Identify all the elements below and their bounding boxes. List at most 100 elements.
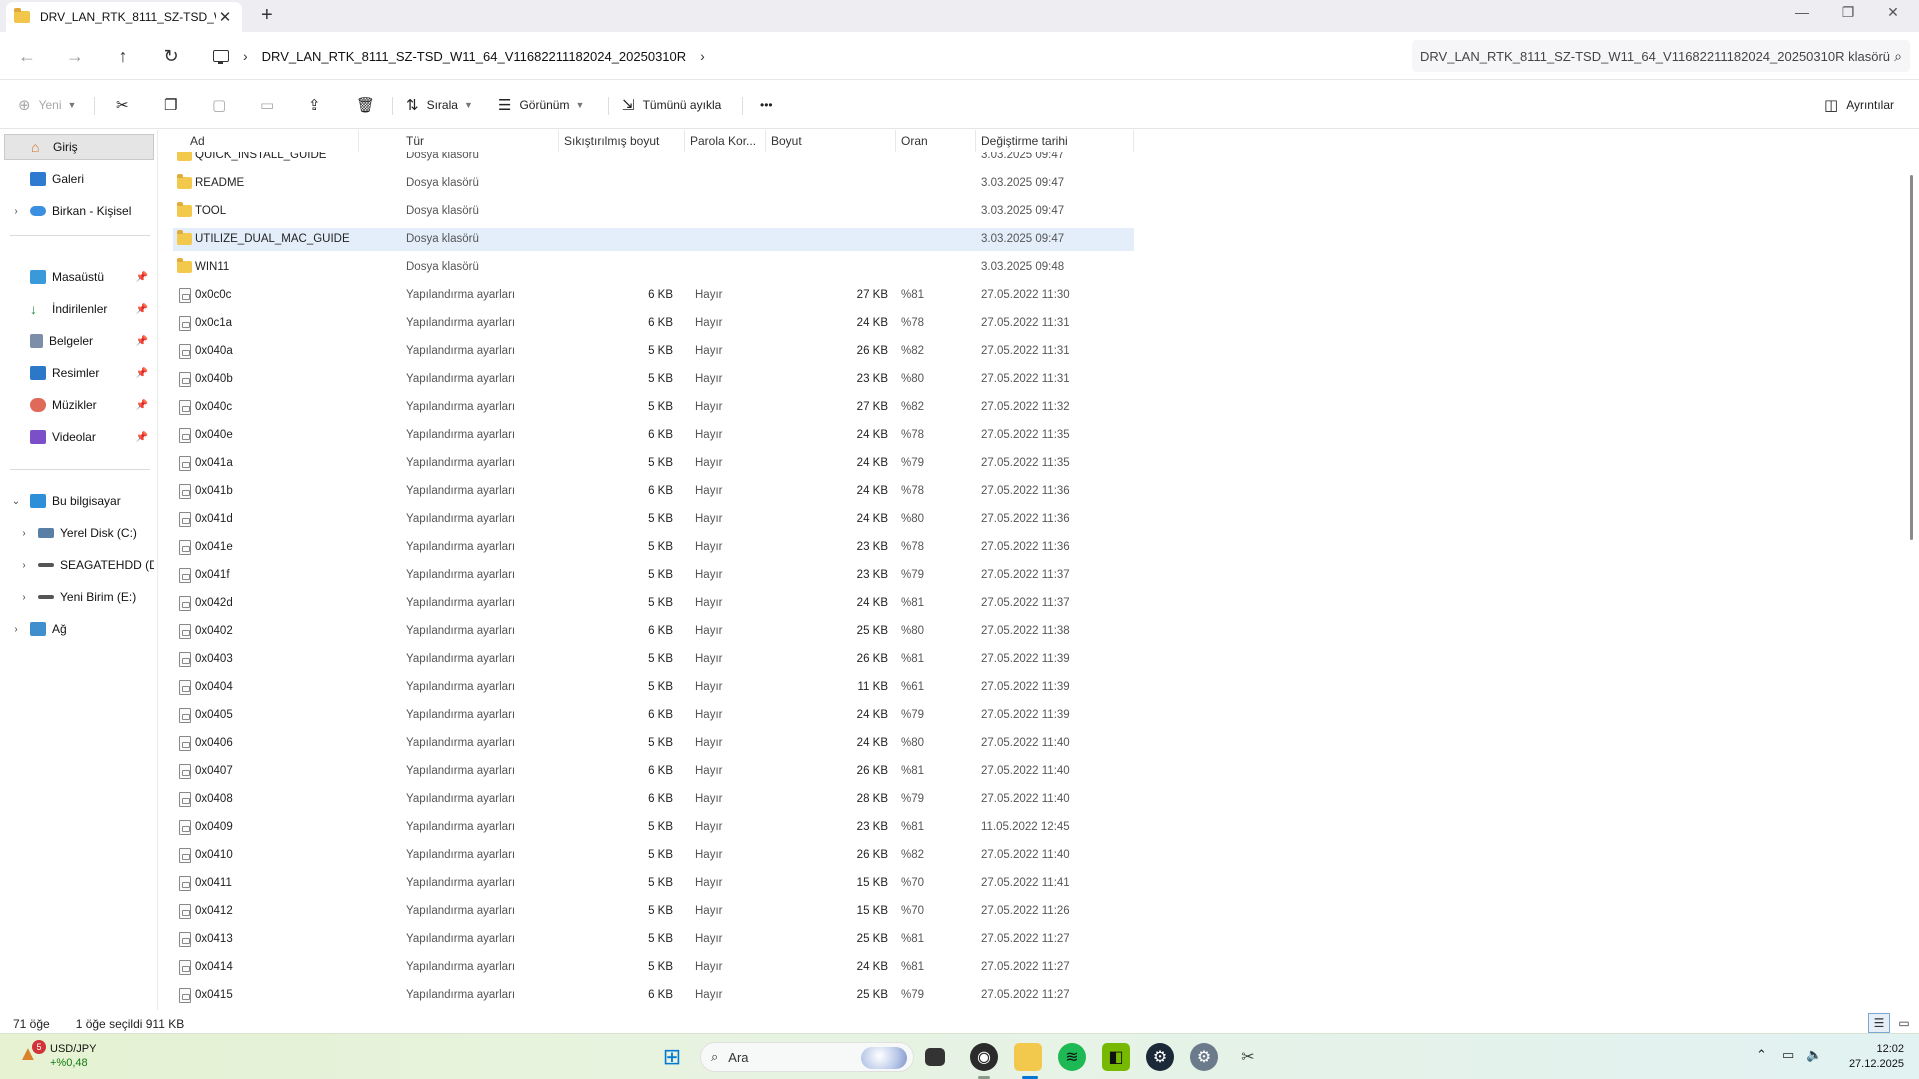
folder-row[interactable]: UTILIZE_DUAL_MAC_GUIDE Dosya klasörü 3.03.… <box>173 228 1134 251</box>
address-path[interactable]: DRV_LAN_RTK_8111_SZ-TSD_W11_64_V11682211… <box>262 49 687 64</box>
new-button[interactable]: ⊕ Yeni ▼ <box>10 89 84 121</box>
pin-icon[interactable]: 📌 <box>136 272 148 283</box>
minimize-button[interactable]: — <box>1782 4 1822 20</box>
file-row[interactable]: 0x0408 Yapılandırma ayarları 6 KB Hayır 28 K… <box>173 788 1134 811</box>
file-row[interactable]: 0x041d Yapılandırma ayarları 5 KB Hayır 24 K… <box>173 508 1134 531</box>
pin-icon[interactable]: 📌 <box>136 400 148 411</box>
details-pane-button[interactable]: ◫ Ayrıntılar <box>1816 89 1902 121</box>
file-name[interactable]: 0x041e <box>195 536 395 559</box>
file-name[interactable]: 0x0407 <box>195 760 395 783</box>
refresh-icon[interactable]: ↻ <box>158 43 184 69</box>
column-password[interactable]: Parola Kor... <box>685 130 766 152</box>
steam-icon[interactable]: ⚙ <box>1146 1043 1174 1071</box>
file-name[interactable]: 0x0408 <box>195 788 395 811</box>
file-name[interactable]: 0x041d <box>195 508 395 531</box>
settings-gear-icon[interactable]: ⚙ <box>1190 1043 1218 1071</box>
file-row[interactable]: 0x041b Yapılandırma ayarları 6 KB Hayır 24 K… <box>173 480 1134 503</box>
file-name[interactable]: 0x041f <box>195 564 395 587</box>
windows-start-icon[interactable]: ⊞ <box>658 1043 686 1071</box>
chevron-right-icon[interactable]: › <box>10 206 22 217</box>
file-name[interactable]: 0x0402 <box>195 620 395 643</box>
sidebar-item-videos[interactable]: Videolar 📌 <box>4 424 154 450</box>
sidebar-item-music[interactable]: Müzikler 📌 <box>4 392 154 418</box>
folder-row[interactable]: WIN11 Dosya klasörü 3.03.2025 09:48 <box>173 256 1134 279</box>
pin-icon[interactable]: 📌 <box>136 368 148 379</box>
widgets-button[interactable]: ▲ 5 USD/JPY +%0,48 <box>18 1040 96 1070</box>
close-tab-icon[interactable]: ✕ <box>216 8 234 26</box>
file-row[interactable]: 0x0410 Yapılandırma ayarları 5 KB Hayır 26 K… <box>173 844 1134 867</box>
chevron-right-icon[interactable]: › <box>18 528 30 539</box>
file-row[interactable]: 0x0409 Yapılandırma ayarları 5 KB Hayır 23 K… <box>173 816 1134 839</box>
file-name[interactable]: 0x0414 <box>195 956 395 979</box>
sidebar-item-drive-d[interactable]: › SEAGATEHDD (D:) <box>12 552 154 578</box>
rename-button[interactable]: ▭ <box>252 89 290 121</box>
file-row[interactable]: 0x040e Yapılandırma ayarları 6 KB Hayır 24 K… <box>173 424 1134 447</box>
file-name[interactable]: 0x0403 <box>195 648 395 671</box>
address-bar[interactable]: › DRV_LAN_RTK_8111_SZ-TSD_W11_64_V116822… <box>205 40 1400 72</box>
sidebar-item-documents[interactable]: Belgeler 📌 <box>4 328 154 354</box>
file-row[interactable]: 0x0c0c Yapılandırma ayarları 6 KB Hayır 27 K… <box>173 284 1134 307</box>
file-name[interactable]: 0x0405 <box>195 704 395 727</box>
column-compressed-size[interactable]: Sıkıştırılmış boyut <box>559 130 685 152</box>
file-name[interactable]: 0x0c0c <box>195 284 395 307</box>
delete-button[interactable]: 🗑 <box>348 89 391 121</box>
taskbar-search[interactable]: ⌕ Ara <box>700 1042 914 1072</box>
file-row[interactable]: 0x0412 Yapılandırma ayarları 5 KB Hayır 15 K… <box>173 900 1134 923</box>
forward-arrow-icon[interactable]: → <box>62 43 88 69</box>
search-input[interactable]: DRV_LAN_RTK_8111_SZ-TSD_W11_64_V11682211… <box>1420 49 1894 64</box>
file-name[interactable]: 0x0410 <box>195 844 395 867</box>
cut-button[interactable]: ✂ <box>108 89 145 121</box>
nvidia-icon[interactable]: ◧ <box>1102 1043 1130 1071</box>
file-row[interactable]: 0x0403 Yapılandırma ayarları 5 KB Hayır 26 K… <box>173 648 1134 671</box>
file-name[interactable]: 0x0409 <box>195 816 395 839</box>
file-name[interactable]: 0x0412 <box>195 900 395 923</box>
share-button[interactable]: ⇪ <box>300 89 337 121</box>
taskbar-search-input[interactable]: Ara <box>728 1050 748 1065</box>
chevron-right-icon[interactable]: › <box>18 592 30 603</box>
column-size[interactable]: Boyut <box>766 130 896 152</box>
file-name[interactable]: UTILIZE_DUAL_MAC_GUIDE <box>195 228 395 251</box>
file-name[interactable]: TOOL <box>195 200 395 223</box>
file-row[interactable]: 0x0407 Yapılandırma ayarları 6 KB Hayır 26 K… <box>173 760 1134 783</box>
sidebar-item-downloads[interactable]: ↓ İndirilenler 📌 <box>4 296 154 322</box>
file-name[interactable]: WIN11 <box>195 256 395 279</box>
file-name[interactable]: 0x0411 <box>195 872 395 895</box>
file-name[interactable]: 0x0c1a <box>195 312 395 335</box>
close-window-button[interactable]: ✕ <box>1873 4 1913 21</box>
file-row[interactable]: 0x040b Yapılandırma ayarları 5 KB Hayır 23 K… <box>173 368 1134 391</box>
sidebar-item-home[interactable]: ⌂ Giriş <box>4 134 154 160</box>
file-row[interactable]: 0x040c Yapılandırma ayarları 5 KB Hayır 27 K… <box>173 396 1134 419</box>
column-name[interactable]: Ad <box>185 130 359 152</box>
file-row[interactable]: 0x041a Yapılandırma ayarları 5 KB Hayır 24 K… <box>173 452 1134 475</box>
sidebar-item-desktop[interactable]: Masaüstü 📌 <box>4 264 154 290</box>
folder-row[interactable]: README Dosya klasörü 3.03.2025 09:47 <box>173 172 1134 195</box>
sidebar-item-pictures[interactable]: Resimler 📌 <box>4 360 154 386</box>
file-name[interactable]: 0x0415 <box>195 984 395 1007</box>
file-name[interactable]: 0x0406 <box>195 732 395 755</box>
column-ratio[interactable]: Oran <box>896 130 976 152</box>
pin-icon[interactable]: 📌 <box>136 304 148 315</box>
file-row[interactable]: 0x0405 Yapılandırma ayarları 6 KB Hayır 24 K… <box>173 704 1134 727</box>
sidebar-item-gallery[interactable]: Galeri <box>4 166 154 192</box>
snipping-tool-icon[interactable]: ✂ <box>1234 1043 1262 1071</box>
file-row[interactable]: 0x0406 Yapılandırma ayarları 5 KB Hayır 24 K… <box>173 732 1134 755</box>
new-tab-button[interactable]: + <box>261 4 273 27</box>
more-options-button[interactable]: ••• <box>752 89 781 121</box>
chevron-right-icon[interactable]: › <box>10 624 22 635</box>
chevron-right-icon[interactable]: › <box>700 48 705 64</box>
pin-icon[interactable]: 📌 <box>136 336 148 347</box>
view-button[interactable]: ☰ Görünüm ▼ <box>490 89 592 121</box>
pin-icon[interactable]: 📌 <box>136 432 148 443</box>
volume-icon[interactable]: 🔈 <box>1806 1047 1822 1063</box>
copy-button[interactable]: ❐ <box>156 89 193 121</box>
large-icons-view-icon[interactable]: ▭ <box>1893 1013 1915 1033</box>
camera-app-icon[interactable]: ◉ <box>970 1043 998 1071</box>
chevron-right-icon[interactable]: › <box>18 560 30 571</box>
file-row[interactable]: 0x0402 Yapılandırma ayarları 6 KB Hayır 25 K… <box>173 620 1134 643</box>
file-name[interactable]: 0x041a <box>195 452 395 475</box>
file-name[interactable]: README <box>195 172 395 195</box>
column-modified[interactable]: Değiştirme tarihi <box>976 130 1134 152</box>
file-name[interactable]: 0x040e <box>195 424 395 447</box>
file-row[interactable]: 0x0404 Yapılandırma ayarları 5 KB Hayır 11 K… <box>173 676 1134 699</box>
chevron-right-icon[interactable]: › <box>243 48 248 64</box>
